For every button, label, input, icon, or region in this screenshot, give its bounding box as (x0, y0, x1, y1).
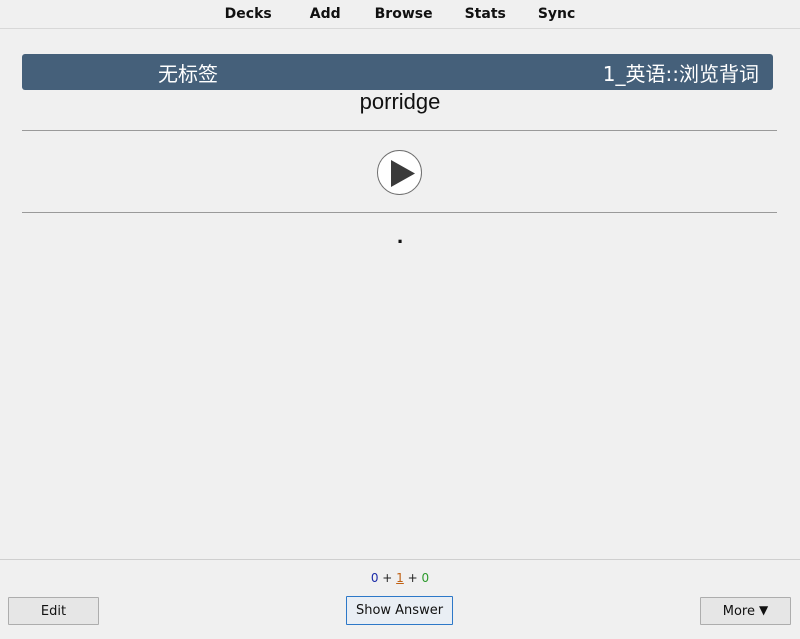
deck-path: 1_英语::浏览背词 (602, 61, 759, 86)
new-count: 0 (370, 571, 379, 585)
bottom-bar: 0 + 1 + 0 Edit Show Answer More ▼ (0, 559, 800, 639)
nav-sync[interactable]: Sync (522, 6, 591, 22)
nav-stats[interactable]: Stats (449, 6, 522, 22)
divider-top (22, 130, 777, 131)
show-answer-label: Show Answer (355, 603, 444, 618)
main-nav: Decks Add Browse Stats Sync (0, 0, 800, 29)
show-answer-button[interactable]: Show Answer (346, 596, 453, 625)
card-word: porridge (359, 89, 441, 114)
card-back-dot: . (396, 223, 404, 248)
nav-add[interactable]: Add (294, 6, 357, 22)
play-icon (391, 160, 415, 187)
tags-label: 无标签 (158, 61, 218, 86)
nav-browse[interactable]: Browse (359, 6, 449, 22)
deck-banner: 无标签 1_英语::浏览背词 (22, 54, 773, 90)
due-counts: 0 + 1 + 0 (0, 571, 800, 585)
edit-button[interactable]: Edit (8, 597, 99, 625)
learning-count: 1 (396, 571, 404, 585)
edit-button-label: Edit (40, 603, 67, 619)
plus-sign: + (382, 571, 393, 585)
more-button[interactable]: More ▼ (700, 597, 791, 625)
review-count: 0 (421, 571, 430, 585)
more-button-label: More (722, 603, 755, 619)
plus-sign: + (407, 571, 418, 585)
divider-bottom (22, 212, 777, 213)
card-area: 无标签 1_英语::浏览背词 porridge . (0, 29, 800, 559)
play-audio-button[interactable] (377, 150, 422, 195)
nav-decks[interactable]: Decks (209, 6, 288, 22)
top-toolbar: Decks Add Browse Stats Sync (0, 0, 800, 29)
caret-down-icon: ▼ (759, 603, 769, 617)
